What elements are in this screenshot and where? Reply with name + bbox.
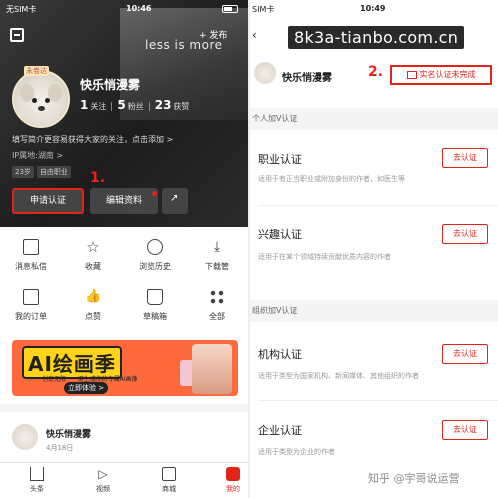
tab-mine[interactable]: 我的 — [208, 467, 248, 494]
battery-icon — [222, 5, 238, 13]
menu-label: 浏览历史 — [139, 262, 171, 271]
order-icon — [23, 289, 39, 305]
apply-certification-button[interactable]: 申请认证 — [12, 188, 84, 214]
promo-banner[interactable]: AI绘画季 创意无限 · 一键生成你的专属AI画像 立即体验 > — [12, 340, 238, 396]
cert-title-enterprise: 企业认证 — [258, 424, 302, 437]
divider — [258, 205, 498, 206]
menu-label: 下载管 — [205, 262, 229, 271]
go-certify-enterprise-button[interactable]: 去认证 — [442, 420, 488, 440]
tag-age: 23岁 — [12, 166, 34, 178]
likes-count: 23 — [154, 98, 172, 112]
site-watermark: 8k3a-tianbo.com.cn — [288, 26, 465, 49]
status-time: 10:46 — [126, 4, 152, 13]
fans-label[interactable]: 粉丝 — [128, 102, 144, 111]
thumbs-up-icon: 👍 — [85, 289, 102, 304]
menu-label: 消息私信 — [15, 262, 47, 271]
publish-button[interactable]: + 发布 — [199, 28, 227, 41]
menu-label: 点赞 — [85, 312, 101, 321]
section-header-personal: 个人加V认证 — [250, 108, 498, 130]
tab-home[interactable]: 头条 — [12, 467, 62, 494]
menu-item-history[interactable]: 浏览历史 — [124, 239, 186, 272]
cert-desc-interest: 适用于在某个领域持续贡献优质内容的作者 — [258, 253, 391, 261]
menu-item-favorites[interactable]: ☆ 收藏 — [62, 239, 124, 272]
feed-author-name[interactable]: 快乐悄漫雾 — [46, 427, 91, 440]
divider — [0, 404, 248, 412]
fans-count[interactable]: 5 — [117, 98, 125, 112]
banner-portrait — [192, 344, 232, 394]
cert-desc-institution: 适用于类型为国家机构、新闻媒体、其他组织的作者 — [258, 372, 419, 380]
menu-label: 我的订单 — [15, 312, 47, 321]
profile-screen: less is more 无SIM卡 10:46 + 发布 永卷达 快乐悄漫雾 … — [0, 0, 248, 498]
realname-status-button[interactable]: 实名认证未完成 — [390, 65, 492, 85]
go-certify-interest-button[interactable]: 去认证 — [442, 224, 488, 244]
tab-mall[interactable]: 商城 — [144, 467, 194, 494]
menu-item-messages[interactable]: 消息私信 — [0, 239, 62, 272]
mine-icon — [226, 467, 240, 481]
menu-item-drafts[interactable]: 草稿箱 — [124, 289, 186, 322]
clock-icon — [147, 239, 163, 255]
cert-title-profession: 职业认证 — [258, 153, 302, 166]
divider — [258, 400, 498, 401]
notification-dot — [152, 191, 157, 196]
cert-title-interest: 兴趣认证 — [258, 228, 302, 241]
status-carrier: 无SIM卡 — [6, 5, 37, 14]
draft-icon — [147, 289, 163, 305]
cert-desc-enterprise: 适用于类型为企业的作者 — [258, 448, 335, 456]
avatar — [254, 62, 276, 84]
section-header-organization: 组织加V认证 — [250, 300, 498, 322]
star-icon: ☆ — [86, 238, 100, 256]
profile-stats: 1 关注 5 粉丝 23 获赞 — [80, 98, 189, 112]
share-icon[interactable] — [162, 188, 188, 214]
shop-icon — [162, 467, 176, 481]
zhihu-watermark: 知乎 @宇哥说运营 — [368, 472, 460, 485]
menu-item-all[interactable]: 全部 — [186, 289, 248, 322]
tab-label: 我的 — [226, 485, 240, 493]
follow-count[interactable]: 1 — [80, 98, 88, 112]
scan-icon[interactable] — [10, 28, 24, 42]
grid-icon — [209, 289, 225, 305]
tag-job: 自由职业 — [36, 166, 71, 178]
mail-icon — [23, 239, 39, 255]
cert-title-institution: 机构认证 — [258, 348, 302, 361]
go-certify-profession-button[interactable]: 去认证 — [442, 148, 488, 168]
chevron-left-icon[interactable]: ‹ — [252, 28, 257, 42]
certification-screen: SIM卡 10:49 ‹ 8k3a-tianbo.com.cn 快乐悄漫雾 2.… — [250, 0, 498, 498]
feed-avatar[interactable] — [12, 424, 38, 450]
menu-label: 草稿箱 — [143, 312, 167, 321]
ip-location[interactable]: IP属地:湖南 > — [12, 150, 63, 161]
avatar[interactable] — [12, 70, 70, 128]
download-icon: ⤓ — [213, 239, 221, 255]
home-icon — [30, 467, 44, 481]
tab-label: 头条 — [30, 485, 44, 493]
tab-video[interactable]: ▷ 视频 — [78, 467, 128, 494]
menu-item-orders[interactable]: 我的订单 — [0, 289, 62, 322]
bottom-tab-bar: 头条 ▷ 视频 商城 我的 — [0, 462, 248, 498]
step-marker-2: 2. — [368, 64, 384, 80]
status-time: 10:49 — [360, 4, 386, 13]
status-carrier: SIM卡 — [252, 5, 275, 14]
menu-item-downloads[interactable]: ⤓ 下载管 — [186, 239, 248, 272]
tab-label: 视频 — [96, 485, 110, 493]
menu-item-likes[interactable]: 👍 点赞 — [62, 289, 124, 322]
menu-label: 收藏 — [85, 262, 101, 271]
cert-desc-profession: 适用于有正当职业或附加身份的作者，如医生等 — [258, 175, 405, 183]
profile-name: 快乐悄漫雾 — [80, 78, 141, 92]
follow-label[interactable]: 关注 — [90, 102, 106, 111]
profile-tags: 23岁 自由职业 — [12, 166, 74, 178]
go-certify-institution-button[interactable]: 去认证 — [442, 344, 488, 364]
profile-name: 快乐悄漫雾 — [282, 73, 332, 84]
profile-intro-link[interactable]: 填写简介更容易获得大家的关注，点击添加 > — [12, 134, 173, 145]
avatar-badge: 永卷达 — [24, 66, 49, 76]
profile-header: less is more 无SIM卡 10:46 + 发布 永卷达 快乐悄漫雾 … — [0, 0, 248, 227]
edit-profile-button[interactable]: 编辑资料 — [90, 188, 158, 214]
tab-label: 商城 — [162, 485, 176, 493]
menu-label: 全部 — [209, 312, 225, 321]
play-icon: ▷ — [98, 467, 108, 481]
feed-date: 4月18日 — [46, 444, 74, 452]
step-marker-1: 1. — [90, 170, 106, 186]
likes-label: 获赞 — [173, 102, 190, 111]
banner-cta-button[interactable]: 立即体验 > — [64, 382, 109, 394]
